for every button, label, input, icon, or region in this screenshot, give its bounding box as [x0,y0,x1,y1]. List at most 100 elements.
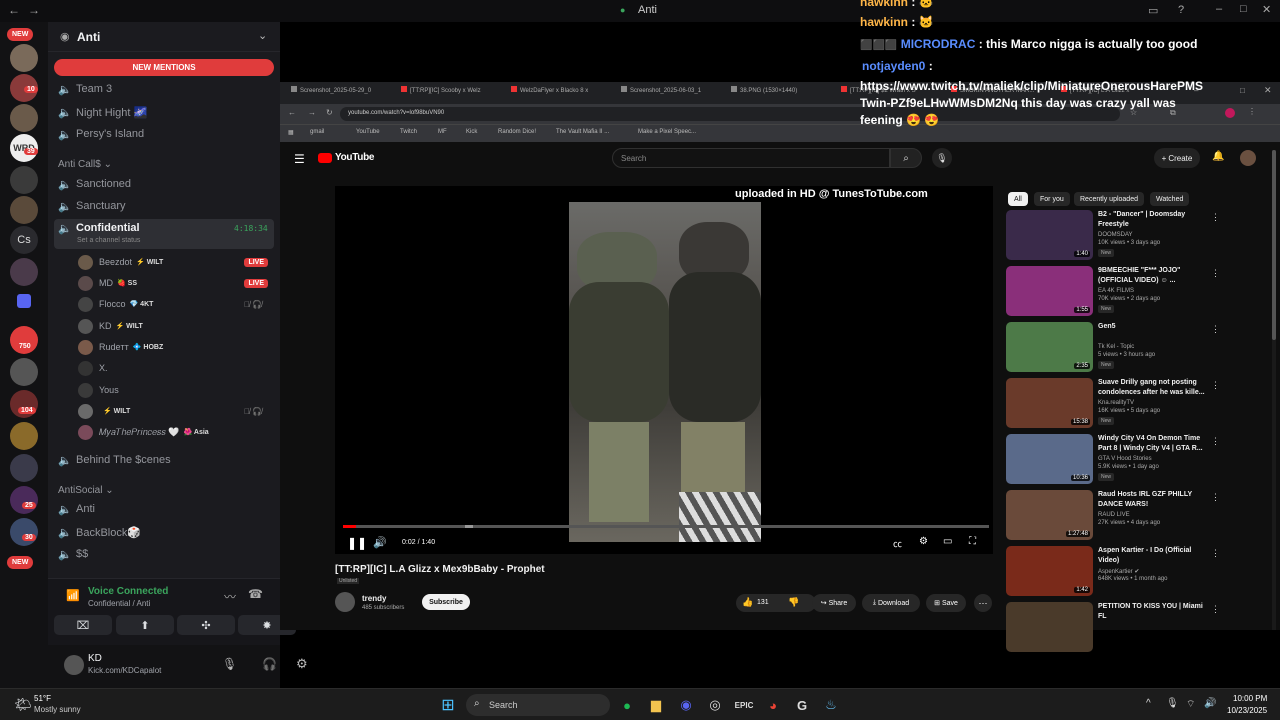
chip-recently-uploaded[interactable]: Recently uploaded [1074,192,1144,206]
thumbnail[interactable]: 1:42 [1006,546,1093,596]
server-header[interactable]: ◉ Anti ⌄ [48,22,280,52]
video-player[interactable]: uploaded in HD @ TunesToTube.com ❚❚ 🔊 0:… [335,186,993,554]
epic-games-icon[interactable]: EPIC [735,697,754,713]
more-options-icon[interactable]: ⋮ [1211,324,1220,335]
spotify-icon[interactable]: ● [618,697,636,713]
youtube-logo-text[interactable]: YouTube [335,152,375,163]
voice-channel[interactable]: 🔈 Team 3 [58,79,274,99]
chip-all[interactable]: All [1008,192,1028,206]
start-icon[interactable]: ⊞ [439,697,457,714]
miniplayer-icon[interactable]: ▭ [943,536,952,547]
profile-avatar[interactable] [1225,108,1235,118]
voice-user[interactable]: KD ⚡ WILT [78,316,274,336]
bookmark[interactable]: MF [438,129,447,135]
thumbnail[interactable]: 2:35 [1006,322,1093,372]
voice-channel[interactable]: 🔈 Sanctuary [58,196,274,216]
thumbnail[interactable]: 1:40 [1006,210,1093,260]
voice-search-button[interactable]: 🎙 [932,148,952,168]
server-icon-cs[interactable]: Cs [10,226,38,254]
new-mentions-bar[interactable]: NEW MENTIONS [54,59,274,76]
server-icon[interactable] [10,258,38,286]
voice-channel[interactable]: 🔈 Anti [58,499,274,519]
more-options-icon[interactable]: ⋮ [1211,380,1220,391]
bookmark[interactable]: The Vault Mafia II ... [556,129,609,135]
disconnect-icon[interactable]: ☎ [248,587,263,601]
search-box[interactable]: ⌕ Search [466,694,610,716]
voice-user[interactable]: Beezdot ⚡ WILT LIVE [78,252,274,272]
browser-tab[interactable]: WelzDaFlyer x Blacko 8 x [508,86,628,102]
voice-channel[interactable]: 🔈 BackBlock🎲 [58,522,274,542]
noise-suppression-icon[interactable]: 〰 [224,588,236,605]
captions-icon[interactable]: ㏄ [893,537,902,550]
avatar[interactable] [1240,150,1256,166]
recommendation-item[interactable]: 2:35 Gen5 Tk Kel - Topic 5 views • 3 hours … [1006,322,1266,374]
voice-user[interactable]: MD 🍓 SS LIVE [78,273,274,293]
recommendation-item[interactable]: 1:55 9BMEECHIE "F*** JOJO" (OFFICIAL VIDE… [1006,266,1266,318]
more-options-icon[interactable]: ⋮ [1211,492,1220,503]
mic-icon[interactable]: 🎙 [1166,698,1179,709]
rec-title[interactable]: Raud Hosts IRL GZF PHILLY DANCE WARS! [1098,490,1210,510]
signal-icon[interactable]: 📶 [66,589,80,602]
browser-tab[interactable]: Screenshot_2025-05-29_0 [288,86,408,102]
rec-title[interactable]: Gen5 [1098,322,1210,332]
voice-channel[interactable]: 🔈 Sanctioned [58,174,274,194]
bookmark[interactable]: Random Dice! [498,129,536,135]
voice-channel[interactable]: 🔈 $$ [58,544,274,564]
close-icon[interactable]: ✕ [1262,3,1271,16]
pause-icon[interactable]: ❚❚ [347,536,367,550]
gear-icon[interactable]: ⚙ [296,656,308,672]
screen-share-button[interactable]: ⬆ [116,615,174,635]
headphones-icon[interactable]: 🎧 [262,657,277,671]
voice-user[interactable]: Flocco 💎 4KT 🎙̸ 🎧̸ [78,294,274,314]
recommendation-item[interactable]: 1:27:48 Raud Hosts IRL GZF PHILLY DANCE W… [1006,490,1266,542]
browser-tab[interactable]: 38.PNG (1530×1440) [728,86,828,102]
download-button[interactable]: ⤓ Download [862,594,920,612]
voice-user[interactable]: Rudeтт 💠 HOBZ [78,337,274,357]
rec-title[interactable]: PETITION TO KISS YOU | Miami FL [1098,602,1210,622]
server-icon[interactable] [10,358,38,386]
forward-icon[interactable]: → [28,3,40,17]
back-icon[interactable]: ← [8,3,20,17]
recommendation-item[interactable]: 15:38 Suave Drilly gang not posting condo… [1006,378,1266,430]
steam-icon[interactable]: ♨ [822,697,840,713]
minimize-icon[interactable]: – [1216,3,1222,15]
voice-user[interactable]: Yous [78,380,274,400]
browser-tab[interactable]: Screenshot_2025-06-03_1 [618,86,738,102]
account-avatar[interactable] [64,655,84,675]
chevron-up-icon[interactable]: ^ [1146,698,1151,709]
thumbnail[interactable]: 10:36 [1006,434,1093,484]
back-icon[interactable]: ← [288,108,296,117]
dislike-icon[interactable]: 👎 [788,597,799,608]
voice-user[interactable]: 𝑀𝑦𝑎𝑇ℎ𝑒𝑃𝑟𝑖𝑛𝑐𝑒𝑠𝑠 🤍 🌺 Asia [78,422,274,442]
new-pill-bottom[interactable]: NEW [7,556,34,569]
bookmark[interactable]: Twitch [400,129,417,135]
server-icon[interactable] [10,454,38,482]
chat-text[interactable]: https://www.twitch.tv/maliek/clip/Miniat… [860,79,1203,93]
more-options-icon[interactable]: ⋮ [1211,268,1220,279]
recommendation-item[interactable]: 10:36 Windy City V4 On Demon Time Part 8 … [1006,434,1266,486]
bookmark[interactable]: Kick [466,129,477,135]
create-button[interactable]: + Create [1154,148,1200,168]
voice-channel[interactable]: 🔈 Behind The $cenes [58,450,274,470]
bookmark[interactable]: gmail [310,129,324,135]
share-button[interactable]: ↪ Share [812,594,856,612]
clock-time[interactable]: 10:00 PM [1233,694,1267,703]
maximize-icon[interactable]: □ [1240,86,1245,95]
like-icon[interactable]: 👍 [742,597,753,608]
channel-name[interactable]: trendy [362,594,386,603]
fullscreen-icon[interactable]: ⛶ [969,536,976,547]
more-actions-button[interactable]: ⋯ [974,594,992,612]
chrome-icon[interactable]: ◕ [764,697,782,713]
speaker-icon[interactable]: 🔊 [1204,698,1216,709]
recommendation-item[interactable]: PETITION TO KISS YOU | Miami FL ⋮ [1006,602,1266,654]
bookmark[interactable]: YouTube [356,129,380,135]
github-icon[interactable]: ◎ [706,697,724,713]
server-icon[interactable] [10,104,38,132]
voice-location[interactable]: Confidential / Anti [88,599,150,608]
more-options-icon[interactable]: ⋮ [1211,212,1220,223]
server-icon[interactable] [10,44,38,72]
apps-icon[interactable]: ▦ [288,129,294,136]
server-icon[interactable] [10,486,38,514]
rec-title[interactable]: 9BMEECHIE "F*** JOJO" (OFFICIAL VIDEO) ☺… [1098,266,1210,286]
search-button[interactable]: ⌕ [890,148,922,168]
